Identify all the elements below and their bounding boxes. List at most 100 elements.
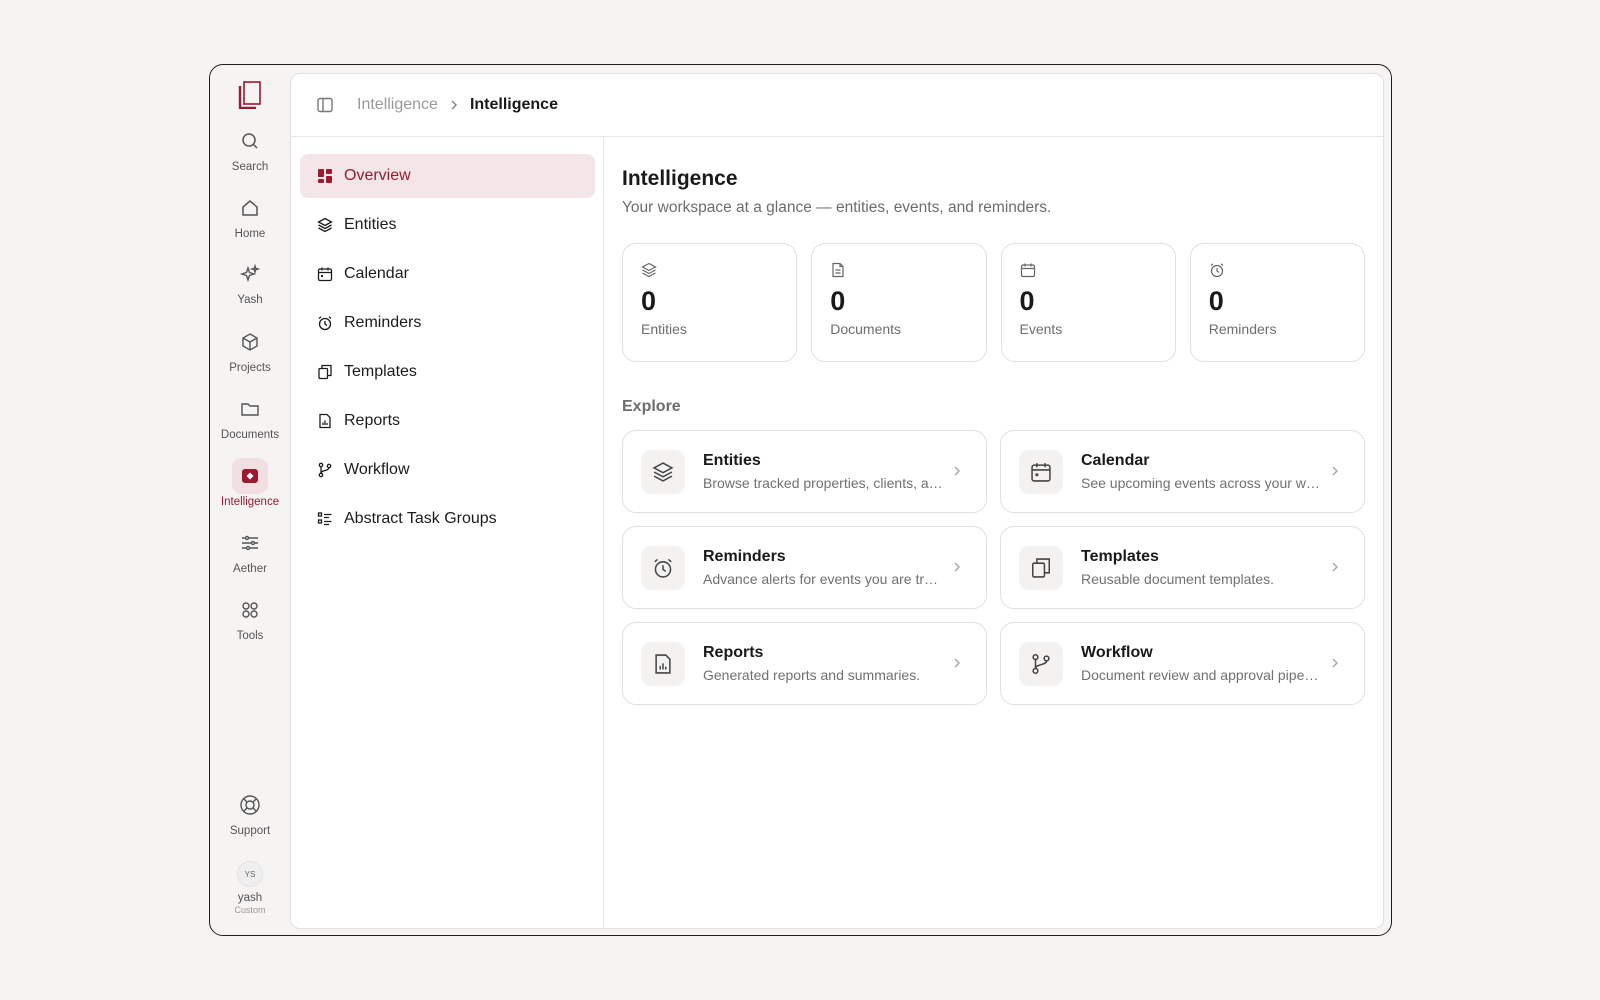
explore-grid: Entities Browse tracked properties, clie…: [622, 430, 1365, 705]
rail-item-support[interactable]: Support: [210, 787, 290, 837]
user-name: yash: [237, 892, 263, 904]
rail-item-label: Tools: [236, 630, 264, 642]
stat-value: 0: [830, 286, 846, 316]
alarm-icon: [316, 314, 334, 332]
explore-card-workflow[interactable]: Workflow Document review and approval pi…: [1000, 622, 1365, 705]
stat-card-entities: 0 Entities: [622, 243, 798, 362]
nav-item-label: Abstract Task Groups: [344, 510, 497, 527]
stat-label: Events: [1019, 321, 1063, 337]
app-window: Search Home Yash Projects Documents Inte…: [209, 64, 1392, 936]
page-subtitle: Your workspace at a glance — entities, e…: [622, 199, 1052, 216]
nav-item-label: Calendar: [344, 265, 409, 282]
rail-item-search[interactable]: Search: [210, 123, 290, 173]
sliders-icon: [232, 525, 268, 561]
chevron-right-icon: [952, 559, 964, 575]
box-icon: [232, 324, 268, 360]
explore-heading: Explore: [622, 398, 681, 415]
calendar-icon: [1020, 262, 1038, 280]
stat-card-documents: 0 Documents: [811, 243, 987, 362]
nav-item-overview[interactable]: Overview: [300, 154, 595, 198]
nav-item-entities[interactable]: Entities: [300, 203, 595, 247]
rail-item-label: Home: [234, 228, 266, 240]
stat-value: 0: [1208, 286, 1224, 316]
user-plan: Custom: [234, 905, 266, 915]
stat-card-events: 0 Events: [1000, 243, 1176, 362]
card-description: Generated reports and summaries.: [703, 667, 921, 683]
nav-item-label: Entities: [344, 216, 397, 233]
copy-icon: [316, 363, 334, 381]
rail-item-label: Yash: [237, 294, 263, 306]
nav-item-label: Reminders: [344, 314, 422, 331]
nav-item-reminders[interactable]: Reminders: [300, 301, 595, 345]
breadcrumb: Intelligence Intelligence: [357, 96, 558, 114]
rail-item-intelligence[interactable]: Intelligence: [210, 458, 290, 508]
dashboard-icon: [316, 167, 334, 185]
calendar-icon: [316, 265, 334, 283]
nav-item-abstract-task-groups[interactable]: Abstract Task Groups: [300, 497, 595, 541]
nav-item-label: Templates: [344, 363, 417, 380]
chevron-right-icon: [450, 99, 458, 111]
stat-label: Entities: [641, 321, 687, 337]
breadcrumb-current: Intelligence: [469, 96, 558, 113]
stat-label: Documents: [830, 321, 902, 337]
rail-item-label: Aether: [233, 563, 267, 575]
intelligence-icon: [232, 458, 268, 494]
logo-icon[interactable]: [238, 81, 262, 109]
user-menu[interactable]: YS yash Custom: [210, 861, 290, 915]
page-title: Intelligence: [622, 167, 738, 190]
top-bar: Intelligence Intelligence: [291, 74, 1383, 137]
calendar-icon: [1019, 449, 1063, 494]
folder-icon: [232, 391, 268, 427]
card-title: Calendar: [1081, 452, 1150, 469]
branch-icon: [316, 461, 334, 479]
report-icon: [641, 641, 685, 686]
explore-card-reports[interactable]: Reports Generated reports and summaries.: [622, 622, 987, 705]
sidebar-toggle-icon[interactable]: [315, 95, 335, 115]
card-description: Browse tracked properties, clients, and …: [703, 475, 943, 491]
layers-icon: [316, 216, 334, 234]
breadcrumb-parent[interactable]: Intelligence: [357, 96, 438, 114]
alarm-icon: [1209, 262, 1227, 280]
card-description: Reusable document templates.: [1081, 571, 1274, 587]
nav-item-calendar[interactable]: Calendar: [300, 252, 595, 296]
icon-rail: Search Home Yash Projects Documents Inte…: [210, 65, 290, 935]
card-description: Advance alerts for events you are tracki…: [703, 571, 943, 587]
chevron-right-icon: [1330, 463, 1342, 479]
rail-item-tools[interactable]: Tools: [210, 592, 290, 642]
lifebuoy-icon: [232, 787, 268, 823]
card-title: Workflow: [1081, 644, 1153, 661]
rail-item-home[interactable]: Home: [210, 190, 290, 240]
explore-card-reminders[interactable]: Reminders Advance alerts for events you …: [622, 526, 987, 609]
avatar: YS: [237, 861, 263, 887]
document-icon: [830, 262, 848, 280]
layers-icon: [641, 262, 659, 280]
nav-item-reports[interactable]: Reports: [300, 399, 595, 443]
nav-item-label: Workflow: [344, 461, 410, 478]
card-title: Entities: [703, 452, 761, 469]
rail-item-label: Documents: [220, 429, 280, 441]
stat-value: 0: [641, 286, 657, 316]
rail-item-label: Projects: [229, 362, 271, 374]
explore-card-templates[interactable]: Templates Reusable document templates.: [1000, 526, 1365, 609]
rail-item-projects[interactable]: Projects: [210, 324, 290, 374]
explore-card-entities[interactable]: Entities Browse tracked properties, clie…: [622, 430, 987, 513]
rail-item-aether[interactable]: Aether: [210, 525, 290, 575]
overview-content: Intelligence Your workspace at a glance …: [604, 137, 1383, 928]
rail-item-yash[interactable]: Yash: [210, 256, 290, 306]
rail-item-label: Intelligence: [220, 496, 280, 508]
nav-item-label: Overview: [344, 167, 411, 184]
branch-icon: [1019, 641, 1063, 686]
explore-card-calendar[interactable]: Calendar See upcoming events across your…: [1000, 430, 1365, 513]
chevron-right-icon: [1330, 559, 1342, 575]
chevron-right-icon: [952, 655, 964, 671]
section-nav: Overview Entities Calendar Reminders Tem…: [291, 137, 604, 928]
layers-icon: [641, 449, 685, 494]
search-icon: [232, 123, 268, 159]
rail-item-documents[interactable]: Documents: [210, 391, 290, 441]
rail-item-label: Search: [231, 161, 269, 173]
stat-label: Reminders: [1208, 321, 1277, 337]
nav-item-workflow[interactable]: Workflow: [300, 448, 595, 492]
nav-item-templates[interactable]: Templates: [300, 350, 595, 394]
copy-icon: [1019, 545, 1063, 590]
stat-value: 0: [1019, 286, 1035, 316]
